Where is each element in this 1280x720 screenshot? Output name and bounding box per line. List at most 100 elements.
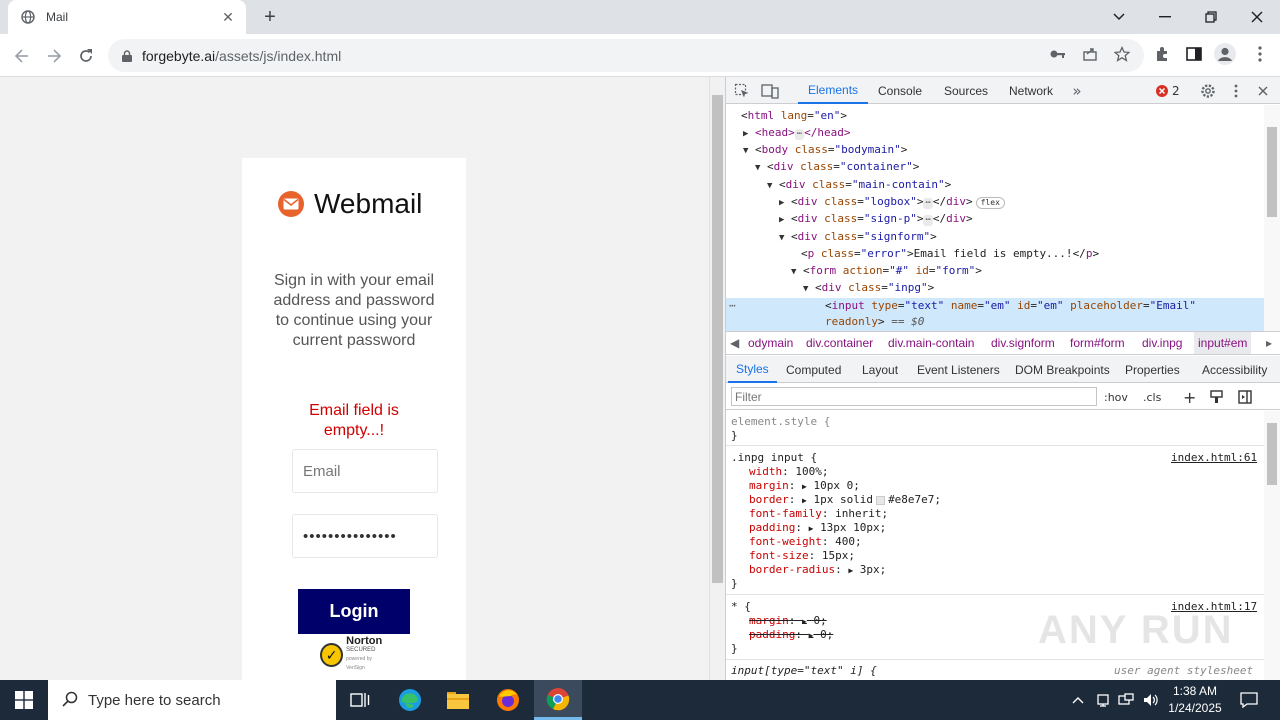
breadcrumb-item[interactable]: div.inpg	[1142, 332, 1182, 354]
breadcrumb-item[interactable]: form#form	[1070, 332, 1125, 354]
dom-node-input-selected[interactable]: <input type="text" name="em" id="em" pla…	[825, 297, 1196, 314]
back-icon[interactable]	[8, 42, 36, 70]
tab-sources[interactable]: Sources	[944, 77, 988, 104]
dom-scrollbar[interactable]	[1264, 105, 1280, 331]
edge-icon[interactable]	[386, 680, 434, 720]
cls-toggle[interactable]: .cls	[1143, 388, 1161, 406]
system-clock[interactable]: 1:38 AM 1/24/2025	[1164, 683, 1226, 717]
breadcrumb-item[interactable]: odymain	[748, 332, 793, 354]
dom-node-error-p[interactable]: <p class="error">Email field is empty...…	[801, 245, 1099, 262]
device-toolbar-icon[interactable]	[761, 82, 779, 100]
email-input[interactable]	[292, 449, 438, 493]
css-declaration[interactable]: font-family: inherit;	[749, 507, 888, 521]
browser-tab[interactable]: Mail ✕	[8, 0, 246, 34]
css-declaration-overridden[interactable]: margin: ▶ 0;	[749, 614, 827, 628]
restore-icon[interactable]	[1188, 0, 1234, 34]
network-status-icon[interactable]	[1094, 680, 1112, 720]
breadcrumb-item[interactable]: div.signform	[991, 332, 1055, 354]
page-scrollbar[interactable]	[709, 77, 725, 680]
devtools-close-icon[interactable]	[1254, 82, 1272, 100]
styles-scroll-thumb[interactable]	[1267, 423, 1277, 485]
tab-search-icon[interactable]	[1096, 0, 1142, 34]
close-window-icon[interactable]	[1234, 0, 1280, 34]
css-declaration[interactable]: margin: ▶ 10px 0;	[749, 479, 860, 493]
more-tabs-icon[interactable]: »	[1068, 82, 1086, 100]
forward-icon[interactable]	[40, 42, 68, 70]
rule-source-link[interactable]: index.html:61	[1171, 451, 1257, 465]
breadcrumb-item[interactable]: div.main-contain	[888, 332, 974, 354]
error-counter[interactable]: 2	[1156, 82, 1186, 100]
paint-brush-icon[interactable]	[1210, 388, 1223, 406]
tab-layout[interactable]: Layout	[862, 356, 898, 383]
css-declaration[interactable]: border-radius: ▶ 3px;	[749, 563, 886, 577]
login-button[interactable]: Login	[298, 589, 410, 634]
tab-dom-breakpoints[interactable]: DOM Breakpoints	[1015, 356, 1110, 383]
breadcrumb-scroll-right-icon[interactable]: ▸	[1266, 332, 1272, 354]
dom-node-logbox[interactable]: ▶ <div class="logbox"> ⋯ </div> flex	[779, 193, 1005, 210]
new-rule-icon[interactable]: +	[1183, 388, 1196, 407]
file-explorer-icon[interactable]	[434, 680, 482, 720]
tab-elements[interactable]: Elements	[798, 77, 869, 104]
tray-overflow-icon[interactable]	[1070, 680, 1086, 720]
password-input[interactable]	[292, 514, 438, 558]
dom-node-body[interactable]: ▼ <body class="bodymain">	[743, 141, 907, 158]
dom-node-form[interactable]: ▼ <form action="#" id="form">	[791, 262, 982, 279]
lock-icon[interactable]	[120, 49, 134, 63]
minimize-icon[interactable]	[1142, 0, 1188, 34]
computed-sidebar-icon[interactable]	[1238, 388, 1252, 406]
dom-node-options-icon[interactable]: ⋯	[729, 297, 736, 314]
dom-scroll-thumb[interactable]	[1267, 127, 1277, 217]
volume-icon[interactable]	[1141, 680, 1161, 720]
dom-node-sign-p[interactable]: ▶ <div class="sign-p"> ⋯ </div>	[779, 210, 973, 227]
css-declaration-overridden[interactable]: padding: ▶ 0;	[749, 628, 833, 642]
inspect-element-icon[interactable]	[733, 82, 751, 100]
dom-node-container[interactable]: ▼ <div class="container">	[755, 158, 919, 175]
bookmark-star-icon[interactable]	[1110, 42, 1134, 66]
share-icon[interactable]	[1078, 42, 1102, 66]
tab-properties[interactable]: Properties	[1125, 356, 1180, 383]
tab-styles[interactable]: Styles	[728, 356, 777, 383]
styles-filter-input[interactable]	[731, 387, 1097, 406]
css-declaration[interactable]: font-weight: 400;	[749, 535, 862, 549]
new-tab-icon[interactable]: +	[258, 6, 282, 28]
firefox-icon[interactable]	[484, 680, 532, 720]
flex-badge[interactable]: flex	[975, 197, 1005, 209]
key-icon[interactable]	[1046, 42, 1070, 66]
tab-event-listeners[interactable]: Event Listeners	[917, 356, 1000, 383]
reload-icon[interactable]	[72, 42, 100, 70]
extensions-icon[interactable]	[1150, 42, 1174, 66]
css-declaration[interactable]: font-size: 15px;	[749, 549, 855, 563]
address-bar[interactable]: forgebyte.ai/assets/js/index.html	[108, 39, 1144, 72]
taskbar-search-box[interactable]: Type here to search	[48, 680, 336, 720]
breadcrumb-item[interactable]: div.container	[806, 332, 873, 354]
dom-node-inpg[interactable]: ▼ <div class="inpg">	[803, 279, 934, 296]
settings-gear-icon[interactable]	[1199, 82, 1217, 100]
side-panel-icon[interactable]	[1182, 42, 1206, 66]
breadcrumb-item-active[interactable]: input#em	[1194, 332, 1252, 354]
tab-close-icon[interactable]: ✕	[220, 9, 236, 25]
devtools-menu-icon[interactable]	[1227, 82, 1245, 100]
chrome-icon[interactable]	[534, 680, 582, 720]
tab-accessibility[interactable]: Accessibility	[1202, 356, 1267, 383]
dom-node-input-readonly[interactable]: readonly> == $0	[825, 313, 924, 330]
breadcrumb-scroll-left-icon[interactable]: ◀	[730, 332, 739, 354]
dom-node-head[interactable]: ▶ <head> ⋯ </head>	[743, 124, 851, 141]
windows-start-icon[interactable]	[0, 680, 48, 720]
color-swatch[interactable]	[876, 495, 886, 505]
notification-center-icon[interactable]	[1234, 680, 1264, 720]
hov-toggle[interactable]: :hov	[1104, 388, 1128, 406]
dom-node-signform[interactable]: ▼ <div class="signform">	[779, 228, 937, 245]
page-scroll-thumb[interactable]	[712, 95, 723, 583]
tab-network[interactable]: Network	[1009, 77, 1053, 104]
dom-node-html[interactable]: <html lang="en">	[741, 107, 847, 124]
tab-computed[interactable]: Computed	[786, 356, 841, 383]
styles-scrollbar[interactable]	[1264, 411, 1280, 680]
profile-avatar-icon[interactable]	[1213, 42, 1237, 66]
css-declaration[interactable]: border: ▶ 1px solid #e8e7e7;	[749, 493, 941, 507]
dom-node-main-contain[interactable]: ▼ <div class="main-contain">	[767, 176, 951, 193]
ethernet-icon[interactable]	[1116, 680, 1136, 720]
task-view-icon[interactable]	[336, 680, 384, 720]
dom-tree[interactable]: <html lang="en"> ▶ <head> ⋯ </head> ▼ <body …	[726, 105, 1264, 331]
tab-console[interactable]: Console	[878, 77, 922, 104]
css-declaration[interactable]: padding: ▶ 13px 10px;	[749, 521, 886, 535]
